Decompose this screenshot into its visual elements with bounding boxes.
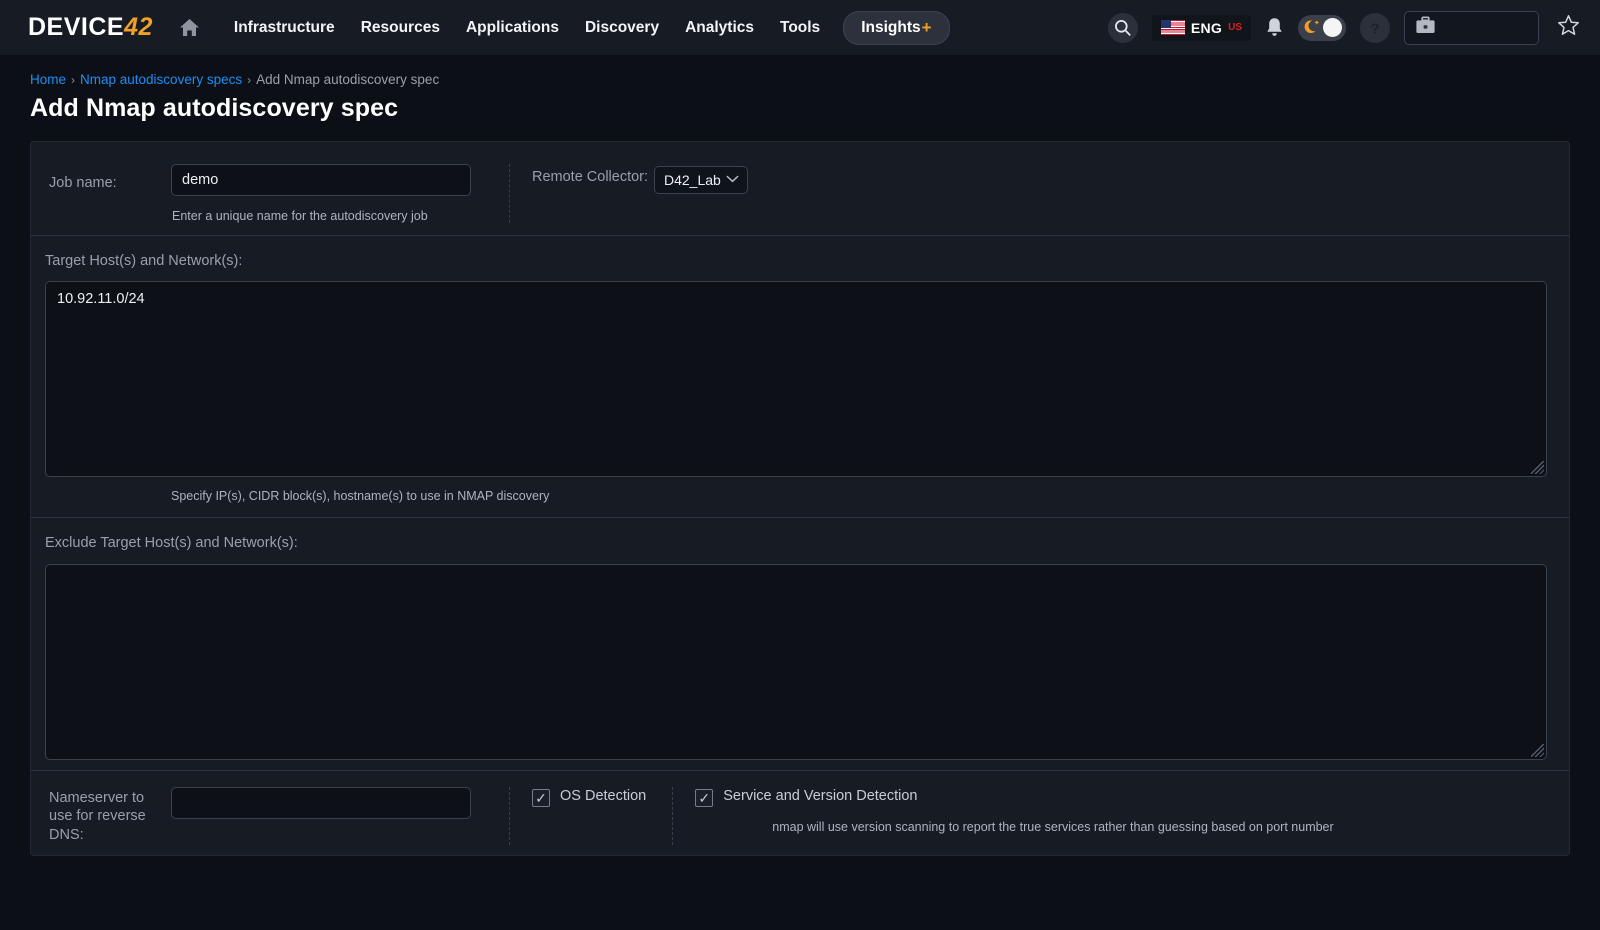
breadcrumb-separator: › — [71, 72, 76, 87]
nameserver-input[interactable] — [171, 786, 471, 819]
exclude-hosts-textarea[interactable] — [45, 563, 1547, 760]
dark-mode-toggle[interactable] — [1298, 14, 1346, 42]
toggle-knob — [1323, 18, 1342, 37]
nav-right-toolbar: ENG US ? — [1107, 10, 1580, 45]
job-name-field-group: Job name: Enter a unique name for the au… — [31, 164, 509, 223]
form-row-job-name: Job name: Enter a unique name for the au… — [31, 142, 1569, 236]
main-nav-links: Infrastructure Resources Applications Di… — [221, 10, 950, 45]
os-detection-field-group: ✓ OS Detection — [510, 787, 646, 807]
breadcrumb: Home › Nmap autodiscovery specs › Add Nm… — [30, 72, 1600, 87]
remote-collector-label: Remote Collector: — [532, 169, 649, 185]
insights-label: Insights — [861, 18, 921, 36]
nameserver-label: Nameserver to use for reverse DNS: — [49, 789, 146, 844]
job-name-label: Job name: — [49, 175, 117, 191]
job-name-input[interactable] — [171, 164, 471, 196]
nav-link-discovery[interactable]: Discovery — [572, 13, 672, 43]
device42-logo[interactable]: DEVICE 42 — [28, 13, 153, 42]
page-header: Home › Nmap autodiscovery specs › Add Nm… — [0, 56, 1600, 133]
remote-collector-select[interactable]: D42_Lab — [654, 166, 748, 194]
nameserver-field-group: Nameserver to use for reverse DNS: — [31, 786, 509, 846]
us-flag-icon — [1160, 20, 1185, 35]
insights-plus-sign: + — [921, 17, 932, 37]
breadcrumb-separator: › — [247, 72, 252, 87]
language-selector[interactable]: ENG US — [1151, 14, 1251, 41]
breadcrumb-parent-link[interactable]: Nmap autodiscovery specs — [80, 72, 242, 87]
nav-link-applications[interactable]: Applications — [453, 13, 572, 43]
os-detection-checkbox[interactable]: ✓ — [532, 788, 550, 807]
service-detection-field-group: ✓ Service and Version Detection nmap wil… — [673, 787, 1334, 834]
briefcase-icon — [1415, 15, 1436, 40]
language-region-label: US — [1228, 22, 1242, 33]
briefcase-search-box[interactable] — [1404, 10, 1539, 45]
chevron-down-icon — [726, 174, 739, 186]
exclude-hosts-label: Exclude Target Host(s) and Network(s): — [45, 535, 298, 552]
top-navigation-bar: DEVICE 42 Infrastructure Resources Applic… — [0, 0, 1600, 56]
nav-link-tools[interactable]: Tools — [767, 13, 833, 43]
home-icon[interactable] — [179, 18, 201, 38]
breadcrumb-home-link[interactable]: Home — [30, 72, 66, 87]
form-row-nameserver-detection: Nameserver to use for reverse DNS: ✓ OS … — [31, 771, 1569, 856]
service-detection-help-text: nmap will use version scanning to report… — [772, 819, 1334, 834]
search-icon[interactable] — [1107, 12, 1138, 43]
nav-link-analytics[interactable]: Analytics — [672, 13, 767, 43]
logo-text-device: DEVICE — [28, 13, 125, 41]
service-detection-checkbox[interactable]: ✓ — [695, 788, 714, 807]
remote-collector-field-group: Remote Collector: D42_Lab — [510, 164, 748, 223]
target-hosts-help-text: Specify IP(s), CIDR block(s), hostname(s… — [171, 489, 550, 504]
target-hosts-label: Target Host(s) and Network(s): — [45, 253, 243, 269]
check-icon: ✓ — [535, 789, 547, 806]
check-icon: ✓ — [698, 789, 711, 806]
star-icon[interactable] — [1557, 14, 1580, 42]
page-title: Add Nmap autodiscovery spec — [30, 94, 399, 122]
bell-icon[interactable] — [1265, 17, 1284, 38]
logo-text-42: 42 — [124, 13, 153, 41]
job-name-help-text: Enter a unique name for the autodiscover… — [172, 209, 428, 223]
help-icon[interactable]: ? — [1360, 12, 1390, 43]
remote-collector-value: D42_Lab — [664, 172, 721, 188]
form-row-target-hosts: Target Host(s) and Network(s): Specify I… — [31, 236, 1569, 519]
target-hosts-textarea[interactable] — [45, 281, 1547, 478]
nav-link-resources[interactable]: Resources — [348, 13, 453, 43]
form-row-exclude-hosts: Exclude Target Host(s) and Network(s): — [31, 518, 1569, 771]
service-detection-label[interactable]: Service and Version Detection — [723, 788, 917, 804]
nmap-spec-form-panel: Job name: Enter a unique name for the au… — [30, 141, 1570, 857]
language-label: ENG — [1190, 19, 1223, 36]
breadcrumb-current: Add Nmap autodiscovery spec — [256, 72, 440, 87]
os-detection-label[interactable]: OS Detection — [560, 788, 646, 804]
insights-plus-button[interactable]: Insights + — [843, 10, 950, 45]
nav-link-infrastructure[interactable]: Infrastructure — [221, 13, 348, 43]
moon-icon — [1303, 19, 1321, 42]
svg-text:?: ? — [1370, 20, 1379, 37]
